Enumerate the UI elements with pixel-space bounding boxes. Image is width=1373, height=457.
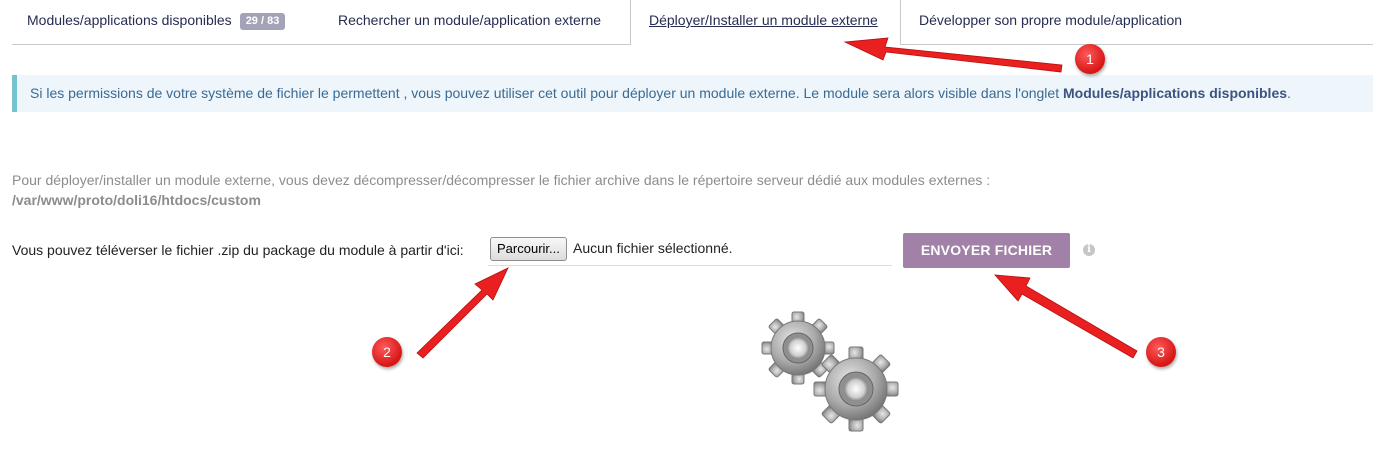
info-message: Si les permissions de votre système de f…	[12, 75, 1373, 112]
info-icon[interactable]: i	[1083, 244, 1095, 256]
arrow-2	[416, 267, 509, 359]
upload-label: Vous pouvez téléverser le fichier .zip d…	[12, 242, 464, 258]
annotation-marker-3: 3	[1146, 337, 1176, 367]
tab-label: Déployer/Installer un module externe	[649, 12, 878, 28]
gears-icon	[757, 310, 902, 435]
arrow-3	[994, 274, 1138, 359]
annotation-arrows	[416, 37, 1138, 359]
info-end: .	[1287, 85, 1291, 101]
browse-button[interactable]: Parcourir...	[490, 237, 567, 261]
annotation-marker-1: 1	[1075, 44, 1105, 74]
info-bold-link: Modules/applications disponibles	[1062, 85, 1288, 101]
info-text: Si les permissions de votre système de f…	[30, 85, 1063, 101]
deploy-instructions: Pour déployer/installer un module extern…	[12, 170, 990, 210]
tab-available-modules[interactable]: Modules/applications disponibles 29 / 83	[27, 0, 286, 44]
no-file-selected-text: Aucun fichier sélectionné.	[573, 240, 733, 256]
modules-count-badge: 29 / 83	[239, 13, 286, 30]
tab-deploy-external[interactable]: Déployer/Installer un module externe	[630, 0, 901, 45]
send-file-button[interactable]: ENVOYER FICHIER	[903, 233, 1070, 268]
tab-bar: Modules/applications disponibles 29 / 83 …	[12, 0, 1373, 45]
tab-label: Modules/applications disponibles	[27, 12, 232, 28]
annotation-marker-2: 2	[372, 337, 402, 367]
instructions-text: Pour déployer/installer un module extern…	[12, 172, 991, 188]
tab-label: Rechercher un module/application externe	[338, 12, 602, 28]
tab-search-external[interactable]: Rechercher un module/application externe	[338, 0, 601, 44]
custom-directory-path: /var/www/proto/doli16/htdocs/custom	[12, 192, 261, 208]
file-input[interactable]: Parcourir... Aucun fichier sélectionné.	[488, 236, 892, 266]
tab-label: Développer son propre module/application	[919, 12, 1183, 28]
tab-develop-own[interactable]: Développer son propre module/application	[919, 0, 1182, 44]
